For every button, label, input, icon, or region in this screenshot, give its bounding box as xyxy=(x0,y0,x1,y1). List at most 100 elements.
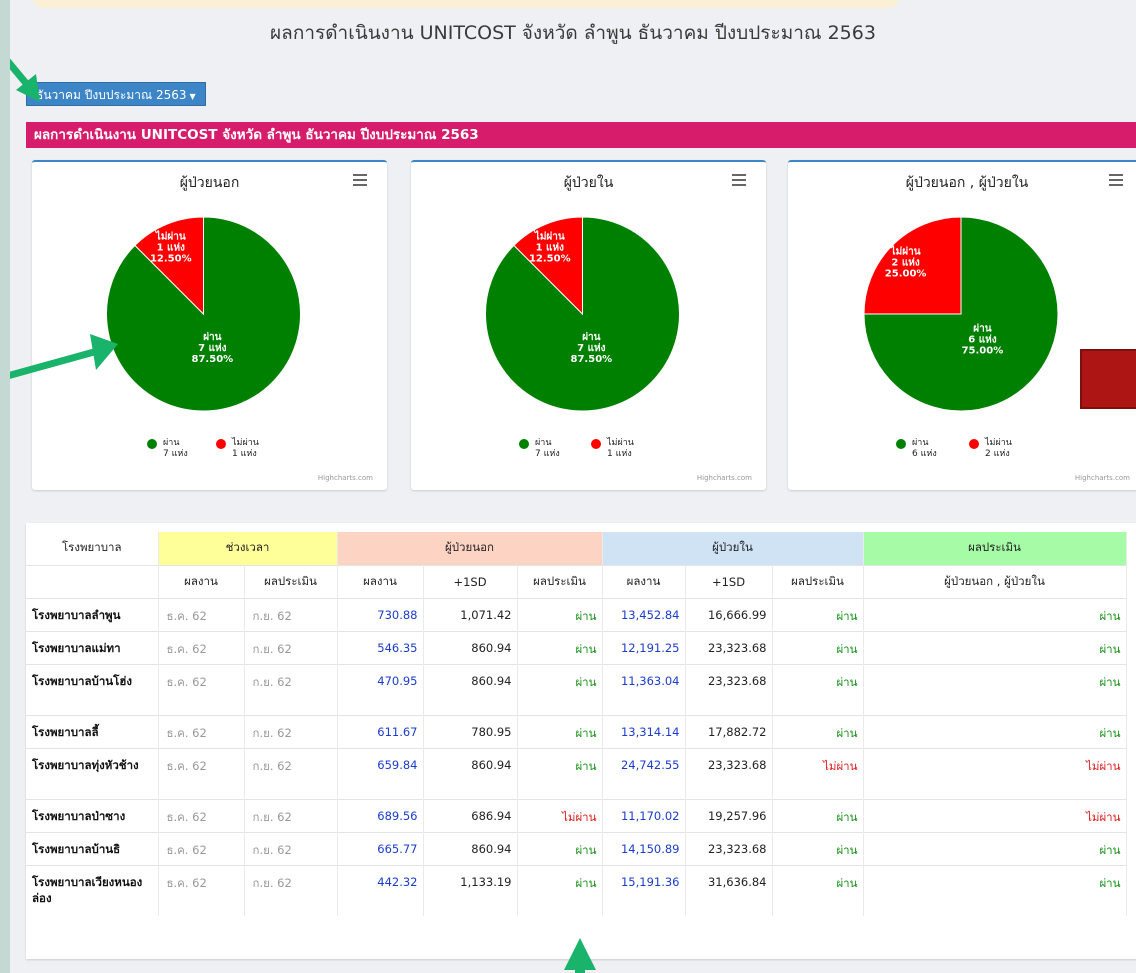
legend-item-fail[interactable]: ไม่ผ่าน 1 แห่ง xyxy=(216,438,259,460)
pie-card-combined: ผู้ป่วยนอก , ผู้ป่วยใน ผ่าน 6 แห่ง 75.00% ไ… xyxy=(788,160,1136,490)
opd-eval-cell: ผ่าน xyxy=(517,597,603,631)
work-period-cell: ธ.ค. 62 xyxy=(158,714,245,748)
period-dropdown-button[interactable]: ธันวาคม ปีงบประมาณ 2563 ▼ xyxy=(26,82,206,106)
ipd-work-cell: 11,363.04 xyxy=(602,663,686,715)
col-ipd-eval: ผลประเมิน xyxy=(772,564,864,598)
eval-period-cell: ก.ย. 62 xyxy=(244,747,338,799)
work-period-cell: ธ.ค. 62 xyxy=(158,798,245,832)
ipd-work-cell: 15,191.36 xyxy=(602,864,686,916)
legend-count: 7 แห่ง xyxy=(163,449,188,459)
top-tab-decoration xyxy=(32,0,900,8)
opd-sd-cell: 860.94 xyxy=(423,663,518,715)
eval-period-cell: ก.ย. 62 xyxy=(244,630,338,664)
opd-sd-cell: 1,133.19 xyxy=(423,864,518,916)
combined-eval-cell: ไม่ผ่าน xyxy=(863,747,1127,799)
chart-credits[interactable]: Highcharts.com xyxy=(697,474,752,482)
ipd-sd-cell: 19,257.96 xyxy=(685,798,773,832)
eval-period-cell: ก.ย. 62 xyxy=(244,831,338,865)
work-period-cell: ธ.ค. 62 xyxy=(158,597,245,631)
opd-sd-cell: 860.94 xyxy=(423,747,518,799)
col-group-opd: ผู้ป่วยนอก xyxy=(337,532,603,565)
hospital-name-cell: โรงพยาบาลแม่ทา xyxy=(26,630,159,664)
legend-item-fail[interactable]: ไม่ผ่าน 1 แห่ง xyxy=(591,438,634,460)
opd-work-cell: 611.67 xyxy=(337,714,424,748)
legend-dot-fail xyxy=(591,439,601,449)
legend-count: 1 แห่ง xyxy=(607,449,632,459)
col-hospital: โรงพยาบาล xyxy=(26,532,159,565)
col-group-period: ช่วงเวลา xyxy=(158,532,338,565)
hospital-name-cell: โรงพยาบาลป่าซาง xyxy=(26,798,159,832)
pie-chart: ผ่าน 7 แห่ง 87.50%ไม่ผ่าน 1 แห่ง 12.50% xyxy=(485,216,680,412)
hospital-name-cell: โรงพยาบาลลี้ xyxy=(26,714,159,748)
legend-item-fail[interactable]: ไม่ผ่าน 2 แห่ง xyxy=(969,438,1012,460)
legend-dot-pass xyxy=(896,439,906,449)
opd-work-cell: 470.95 xyxy=(337,663,424,715)
hospital-name-cell: โรงพยาบาลเวียงหนองล่อง xyxy=(26,864,159,916)
combined-eval-cell: ผ่าน xyxy=(863,831,1127,865)
green-arrow-icon xyxy=(564,938,596,973)
legend-dot-pass xyxy=(519,439,529,449)
hospital-name-cell: โรงพยาบาลบ้านโฮ่ง xyxy=(26,663,159,715)
legend-count: 7 แห่ง xyxy=(535,449,560,459)
ipd-work-cell: 13,314.14 xyxy=(602,714,686,748)
combined-eval-cell: ผ่าน xyxy=(863,714,1127,748)
table-body: โรงพยาบาลลำพูน ธ.ค. 62 ก.ย. 62 730.88 1,071.… xyxy=(26,597,1127,916)
ipd-sd-cell: 23,323.68 xyxy=(685,831,773,865)
table-row: โรงพยาบาลลี้ ธ.ค. 62 ก.ย. 62 611.67 780.95 ผ่… xyxy=(26,714,1127,748)
col-ipd-sd: +1SD xyxy=(685,564,773,598)
pie-chart: ผ่าน 6 แห่ง 75.00%ไม่ผ่าน 2 แห่ง 25.00% xyxy=(863,216,1059,412)
results-table-panel: โรงพยาบาล ช่วงเวลา ผู้ป่วยนอก ผู้ป่วยใน … xyxy=(26,523,1136,959)
table-sub-header-row: ผลงาน ผลประเมิน ผลงาน +1SD ผลประเมิน ผลง… xyxy=(26,564,1127,598)
ipd-work-cell: 11,170.02 xyxy=(602,798,686,832)
ipd-sd-cell: 31,636.84 xyxy=(685,864,773,916)
combined-eval-cell: ผ่าน xyxy=(863,630,1127,664)
opd-eval-cell: ผ่าน xyxy=(517,831,603,865)
eval-period-cell: ก.ย. 62 xyxy=(244,663,338,715)
table-row: โรงพยาบาลทุ่งหัวช้าง ธ.ค. 62 ก.ย. 62 659.84… xyxy=(26,747,1127,799)
ipd-eval-cell: ผ่าน xyxy=(772,597,864,631)
legend-dot-pass xyxy=(147,439,157,449)
chart-credits[interactable]: Highcharts.com xyxy=(318,474,373,482)
green-arrow-icon xyxy=(10,334,118,379)
ipd-eval-cell: ผ่าน xyxy=(772,798,864,832)
results-table: โรงพยาบาล ช่วงเวลา ผู้ป่วยนอก ผู้ป่วยใน … xyxy=(26,532,1127,916)
ipd-sd-cell: 23,323.68 xyxy=(685,630,773,664)
opd-work-cell: 546.35 xyxy=(337,630,424,664)
legend-label: ผ่าน xyxy=(912,438,929,448)
ipd-sd-cell: 17,882.72 xyxy=(685,714,773,748)
combined-eval-cell: ผ่าน xyxy=(863,663,1127,715)
opd-eval-cell: ผ่าน xyxy=(517,630,603,664)
opd-sd-cell: 780.95 xyxy=(423,714,518,748)
col-work-period: ผลงาน xyxy=(158,564,245,598)
legend-item-pass[interactable]: ผ่าน 6 แห่ง xyxy=(896,438,937,460)
table-row: โรงพยาบาลแม่ทา ธ.ค. 62 ก.ย. 62 546.35 860.94… xyxy=(26,630,1127,664)
ipd-work-cell: 12,191.25 xyxy=(602,630,686,664)
ipd-work-cell: 13,452.84 xyxy=(602,597,686,631)
opd-eval-cell: ผ่าน xyxy=(517,864,603,916)
combined-eval-cell: ไม่ผ่าน xyxy=(863,798,1127,832)
eval-period-cell: ก.ย. 62 xyxy=(244,798,338,832)
legend-item-pass[interactable]: ผ่าน 7 แห่ง xyxy=(147,438,188,460)
col-hospital-blank xyxy=(26,564,159,598)
hospital-name-cell: โรงพยาบาลลำพูน xyxy=(26,597,159,631)
legend-count: 1 แห่ง xyxy=(232,449,257,459)
col-opd-sd: +1SD xyxy=(423,564,518,598)
opd-sd-cell: 1,071.42 xyxy=(423,597,518,631)
col-opd-eval: ผลประเมิน xyxy=(517,564,603,598)
period-dropdown-label: ธันวาคม ปีงบประมาณ 2563 xyxy=(36,88,187,102)
legend-dot-fail xyxy=(216,439,226,449)
ipd-eval-cell: ไม่ผ่าน xyxy=(772,747,864,799)
legend-item-pass[interactable]: ผ่าน 7 แห่ง xyxy=(519,438,560,460)
ipd-sd-cell: 16,666.99 xyxy=(685,597,773,631)
col-combined: ผู้ป่วยนอก , ผู้ป่วยใน xyxy=(863,564,1127,598)
ipd-eval-cell: ผ่าน xyxy=(772,864,864,916)
table-row: โรงพยาบาลป่าซาง ธ.ค. 62 ก.ย. 62 689.56 686.9… xyxy=(26,798,1127,832)
combined-eval-cell: ผ่าน xyxy=(863,864,1127,916)
eval-period-cell: ก.ย. 62 xyxy=(244,714,338,748)
legend-label: ไม่ผ่าน xyxy=(607,438,634,448)
chart-credits[interactable]: Highcharts.com xyxy=(1075,474,1130,482)
page-title: ผลการดำเนินงาน UNITCOST จังหวัด ลำพูน ธั… xyxy=(270,22,876,44)
caret-down-icon: ▼ xyxy=(189,92,196,101)
col-group-ipd: ผู้ป่วยใน xyxy=(602,532,864,565)
pie-card-ipd: ผู้ป่วยใน ผ่าน 7 แห่ง 87.50% ไม่ผ่าน 1 แห่ง 1… xyxy=(411,160,766,490)
